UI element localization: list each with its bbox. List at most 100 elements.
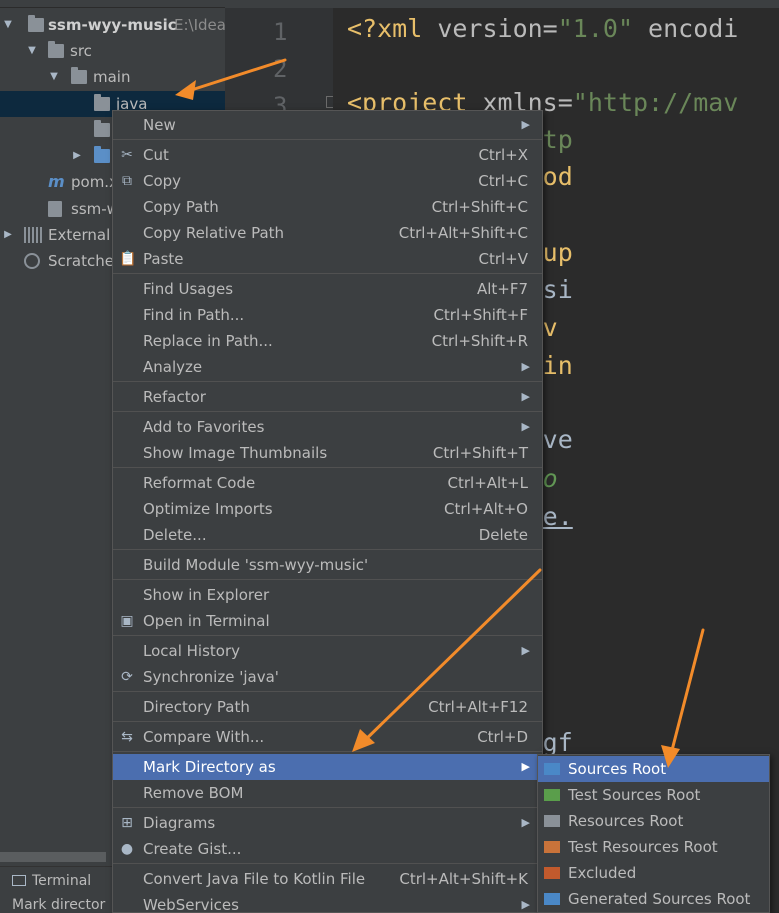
menu-item-directory-path[interactable]: Directory Path Ctrl+Alt+F12 <box>113 694 542 720</box>
menu-item-copy-path[interactable]: Copy Path Ctrl+Shift+C <box>113 194 542 220</box>
libraries-icon <box>24 227 44 243</box>
menu-item-label: Replace in Path... <box>143 332 273 350</box>
menu-item-shortcut: Ctrl+Shift+F <box>433 306 528 324</box>
sources-root-folder-icon <box>544 763 560 775</box>
menu-item-label: Optimize Imports <box>143 500 273 518</box>
menu-separator <box>113 807 542 808</box>
submenu-item-test-sources-root[interactable]: Test Sources Root <box>538 782 769 808</box>
menu-item-new[interactable]: New ▶ <box>113 112 542 138</box>
menu-item-label: Compare With... <box>143 728 265 746</box>
menu-item-webservices[interactable]: WebServices ▶ <box>113 892 542 913</box>
menu-item-find-in-path[interactable]: Find in Path... Ctrl+Shift+F <box>113 302 542 328</box>
submenu-item-generated-sources-root[interactable]: Generated Sources Root <box>538 886 769 912</box>
menu-item-label: Create Gist... <box>143 840 242 858</box>
tree-item-label: ssm-wyy-music <box>48 16 177 34</box>
status-bar-text: Mark director <box>12 897 106 913</box>
menu-item-label: Find in Path... <box>143 306 245 324</box>
chevron-down-icon[interactable]: ▼ <box>26 38 38 64</box>
menu-item-remove-bom[interactable]: Remove BOM <box>113 780 542 806</box>
menu-item-shortcut: Ctrl+Shift+C <box>431 198 528 216</box>
menu-item-label: Copy <box>143 172 182 190</box>
tree-item-label: pom.x <box>71 173 118 191</box>
chevron-right-icon[interactable]: ▶ <box>71 143 83 169</box>
terminal-tab-label: Terminal <box>32 873 92 889</box>
menu-item-copy-relative-path[interactable]: Copy Relative Path Ctrl+Alt+Shift+C <box>113 220 542 246</box>
menu-item-add-to-favorites[interactable]: Add to Favorites ▶ <box>113 414 542 440</box>
menu-item-label: Mark Directory as <box>143 758 276 776</box>
test-resources-root-folder-icon <box>544 841 560 853</box>
code-token: "1.0" <box>557 14 633 43</box>
menu-item-local-history[interactable]: Local History ▶ <box>113 638 542 664</box>
menu-item-copy[interactable]: ⧉ Copy Ctrl+C <box>113 168 542 194</box>
terminal-tab[interactable]: Terminal <box>12 873 91 889</box>
menu-item-label: Cut <box>143 146 169 164</box>
menu-item-label: Open in Terminal <box>143 612 270 630</box>
menu-item-synchronize-java[interactable]: ⟳ Synchronize 'java' <box>113 664 542 690</box>
menu-item-open-in-terminal[interactable]: ▣ Open in Terminal <box>113 608 542 634</box>
menu-item-label: Directory Path <box>143 698 250 716</box>
sync-icon: ⟳ <box>121 669 133 685</box>
menu-item-label: Local History <box>143 642 241 660</box>
menu-item-mark-directory-as[interactable]: Mark Directory as ▶ <box>113 754 542 780</box>
menu-item-label: Copy Relative Path <box>143 224 285 242</box>
submenu-arrow-icon: ▶ <box>521 898 530 911</box>
menu-item-cut[interactable]: ✂ Cut Ctrl+X <box>113 142 542 168</box>
code-token: "http://mav <box>572 88 739 117</box>
menu-item-analyze[interactable]: Analyze ▶ <box>113 354 542 380</box>
submenu-item-label: Resources Root <box>568 812 684 830</box>
tree-item-label: src <box>70 42 92 60</box>
project-toolbar <box>0 0 225 8</box>
menu-item-build-module-ssm-wyy-music[interactable]: Build Module 'ssm-wyy-music' <box>113 552 542 578</box>
code-line[interactable]: <?xml version="1.0" encodi <box>347 10 738 47</box>
code-token: = <box>542 14 558 43</box>
tree-item-main[interactable]: ▼ main <box>0 64 225 90</box>
submenu-arrow-icon: ▶ <box>521 420 530 433</box>
menu-item-label: Refactor <box>143 388 206 406</box>
chevron-down-icon[interactable]: ▼ <box>48 64 60 90</box>
scratches-icon <box>24 253 40 269</box>
menu-separator <box>113 635 542 636</box>
folder-icon <box>94 120 110 137</box>
menu-item-convert-java-file-to-kotlin-file[interactable]: Convert Java File to Kotlin File Ctrl+Alt… <box>113 866 542 892</box>
menu-item-shortcut: Ctrl+V <box>478 250 528 268</box>
menu-item-show-in-explorer[interactable]: Show in Explorer <box>113 582 542 608</box>
menu-item-compare-with[interactable]: ⇆ Compare With... Ctrl+D <box>113 724 542 750</box>
tree-item-label: Scratche <box>48 252 114 270</box>
clipboard-icon: 📋 <box>119 251 137 267</box>
menu-item-refactor[interactable]: Refactor ▶ <box>113 384 542 410</box>
menu-item-create-gist[interactable]: ● Create Gist... <box>113 836 542 862</box>
menu-item-optimize-imports[interactable]: Optimize Imports Ctrl+Alt+O <box>113 496 542 522</box>
horizontal-scrollbar[interactable] <box>0 852 106 862</box>
menu-item-label: Remove BOM <box>143 784 244 802</box>
menu-item-reformat-code[interactable]: Reformat Code Ctrl+Alt+L <box>113 470 542 496</box>
menu-item-shortcut: Ctrl+D <box>477 728 528 746</box>
submenu-item-sources-root[interactable]: Sources Root <box>538 756 769 782</box>
menu-item-label: Analyze <box>143 358 203 376</box>
line-number: 2 <box>273 55 288 83</box>
submenu-item-excluded[interactable]: Excluded <box>538 860 769 886</box>
menu-item-show-image-thumbnails[interactable]: Show Image Thumbnails Ctrl+Shift+T <box>113 440 542 466</box>
menu-item-delete[interactable]: Delete... Delete <box>113 522 542 548</box>
tree-item-src[interactable]: ▼ src <box>0 38 225 64</box>
github-icon: ● <box>120 841 134 857</box>
generated-sources-root-folder-icon <box>544 893 560 905</box>
diagram-icon: ⊞ <box>121 815 133 831</box>
tree-item-ssm-wyy-music[interactable]: ▼ ssm-wyy-music E:\Ideal <box>0 12 230 38</box>
chevron-right-icon[interactable]: ▶ <box>2 222 14 248</box>
resources-root-folder-icon <box>544 815 560 827</box>
menu-item-shortcut: Ctrl+C <box>478 172 528 190</box>
folder-icon <box>48 41 64 58</box>
submenu-arrow-icon: ▶ <box>521 816 530 829</box>
submenu-arrow-icon: ▶ <box>521 118 530 131</box>
menu-item-paste[interactable]: 📋 Paste Ctrl+V <box>113 246 542 272</box>
terminal-icon <box>12 875 26 886</box>
submenu-item-resources-root[interactable]: Resources Root <box>538 808 769 834</box>
menu-item-find-usages[interactable]: Find Usages Alt+F7 <box>113 276 542 302</box>
menu-item-label: Add to Favorites <box>143 418 265 436</box>
chevron-down-icon[interactable]: ▼ <box>2 12 14 38</box>
submenu-item-test-resources-root[interactable]: Test Resources Root <box>538 834 769 860</box>
file-icon <box>48 201 62 217</box>
menu-item-shortcut: Ctrl+Shift+R <box>431 332 528 350</box>
menu-item-diagrams[interactable]: ⊞ Diagrams ▶ <box>113 810 542 836</box>
menu-item-replace-in-path[interactable]: Replace in Path... Ctrl+Shift+R <box>113 328 542 354</box>
